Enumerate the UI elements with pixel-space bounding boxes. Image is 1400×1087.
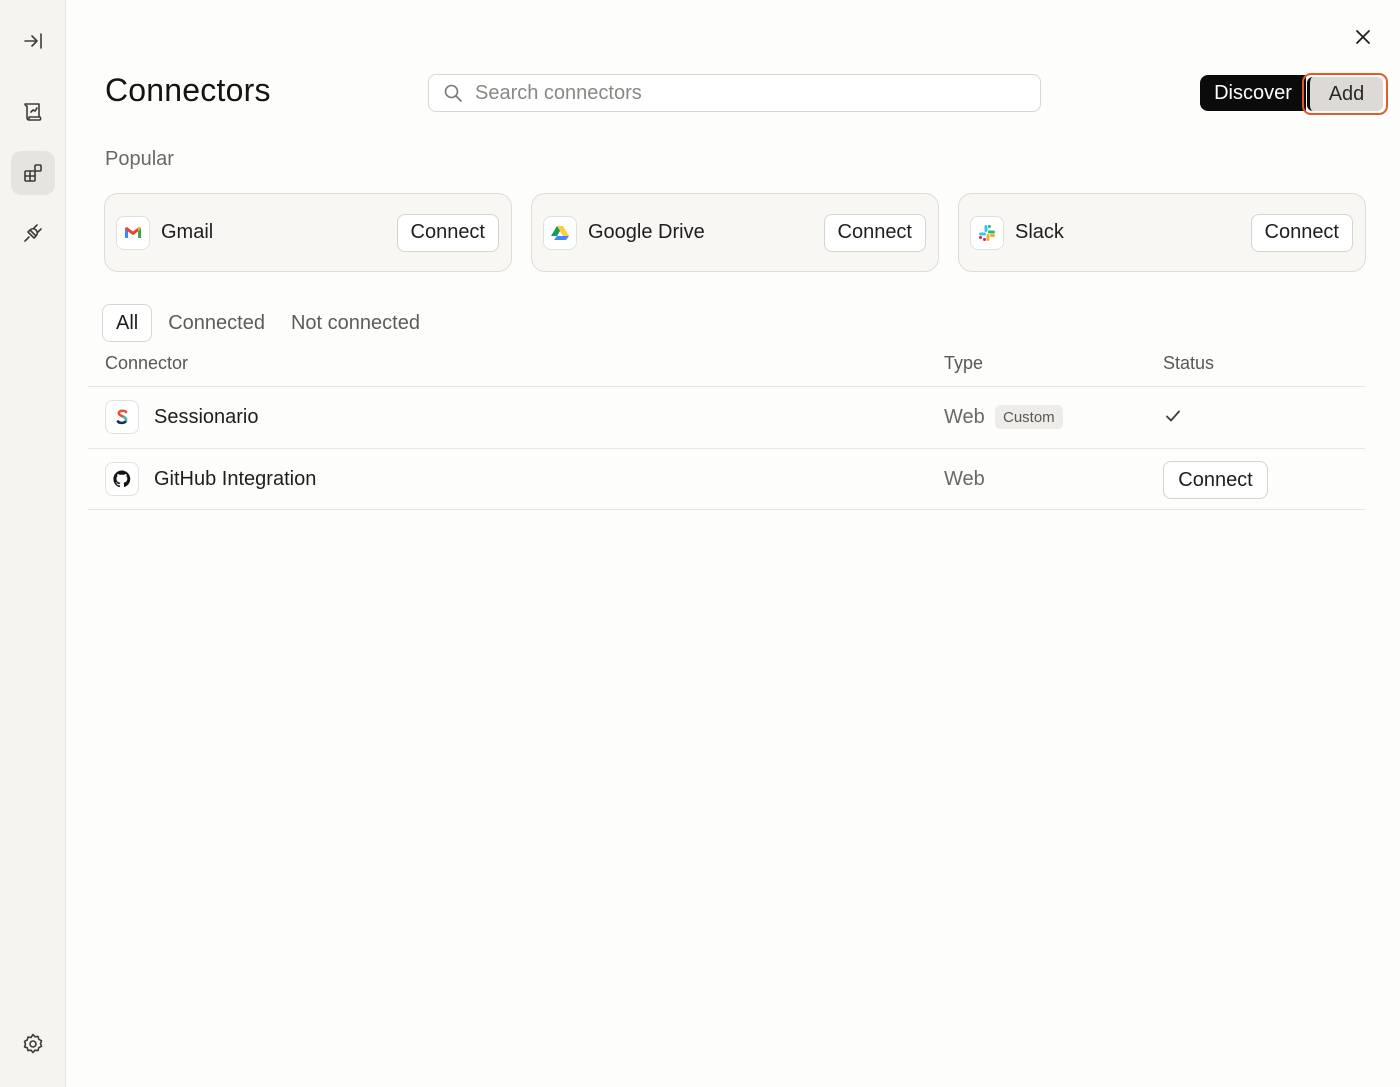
collapse-sidebar-icon xyxy=(24,33,42,49)
connectors-icon xyxy=(24,164,42,182)
filter-tabs: All Connected Not connected xyxy=(102,304,433,342)
popular-card-google-drive: Google Drive Connect xyxy=(531,193,939,272)
connect-slack-button[interactable]: Connect xyxy=(1250,213,1353,252)
collapse-sidebar-button[interactable] xyxy=(11,19,55,63)
google-drive-logo xyxy=(543,215,577,250)
connectors-panel: Connectors Discover Add Popular Gmail Co… xyxy=(66,0,1400,1087)
sidebar-item-connectors[interactable] xyxy=(11,151,55,195)
tab-all[interactable]: All xyxy=(102,304,153,342)
popular-card-slack: Slack Connect xyxy=(958,193,1366,272)
popular-card-gmail: Gmail Connect xyxy=(104,193,512,272)
column-header-type[interactable]: Type xyxy=(944,353,983,374)
add-button-focus-ring: Add xyxy=(1302,73,1388,115)
card-name: Slack xyxy=(1015,221,1064,243)
page-title: Connectors xyxy=(105,72,271,108)
google-drive-icon xyxy=(551,225,569,240)
settings-button[interactable] xyxy=(11,1022,55,1066)
connector-type: Web xyxy=(944,406,985,428)
custom-badge: Custom xyxy=(995,405,1063,429)
table-divider xyxy=(88,509,1365,510)
sessionario-logo xyxy=(105,400,139,434)
connector-type: Web xyxy=(944,468,985,490)
search-input[interactable] xyxy=(475,81,1015,105)
search-icon xyxy=(444,84,462,102)
column-header-status[interactable]: Status xyxy=(1163,353,1214,374)
tab-connected[interactable]: Connected xyxy=(155,304,278,342)
gmail-icon xyxy=(125,226,141,238)
github-icon xyxy=(113,470,131,488)
github-logo xyxy=(105,462,139,496)
close-icon xyxy=(1356,30,1370,44)
sidebar-item-plug[interactable] xyxy=(11,211,55,255)
card-name: Gmail xyxy=(161,221,214,243)
close-button[interactable] xyxy=(1348,22,1378,52)
table-divider xyxy=(88,386,1365,387)
popular-heading: Popular xyxy=(105,148,174,170)
card-name: Google Drive xyxy=(588,221,705,243)
gmail-logo xyxy=(116,215,150,250)
plug-icon xyxy=(24,224,42,242)
sessionario-icon xyxy=(116,409,128,425)
search-box[interactable] xyxy=(428,74,1041,112)
gear-icon xyxy=(23,1033,43,1054)
scroll-icon xyxy=(24,103,42,121)
checkmark-icon xyxy=(1166,410,1180,422)
connect-gmail-button[interactable]: Connect xyxy=(396,213,499,252)
connect-google-drive-button[interactable]: Connect xyxy=(823,213,926,252)
slack-logo xyxy=(970,215,1004,250)
connected-status xyxy=(1164,407,1182,430)
connect-github-button[interactable]: Connect xyxy=(1163,461,1268,499)
tab-not-connected[interactable]: Not connected xyxy=(278,304,433,342)
table-divider xyxy=(88,448,1365,449)
sidebar-item-scroll[interactable] xyxy=(11,90,55,134)
sidebar xyxy=(0,0,66,1087)
connector-name: GitHub Integration xyxy=(154,468,317,490)
connector-name: Sessionario xyxy=(154,406,259,428)
discover-button[interactable]: Discover xyxy=(1200,75,1306,111)
column-header-connector[interactable]: Connector xyxy=(105,353,188,374)
slack-icon xyxy=(979,224,995,241)
add-button[interactable]: Add xyxy=(1307,77,1383,111)
